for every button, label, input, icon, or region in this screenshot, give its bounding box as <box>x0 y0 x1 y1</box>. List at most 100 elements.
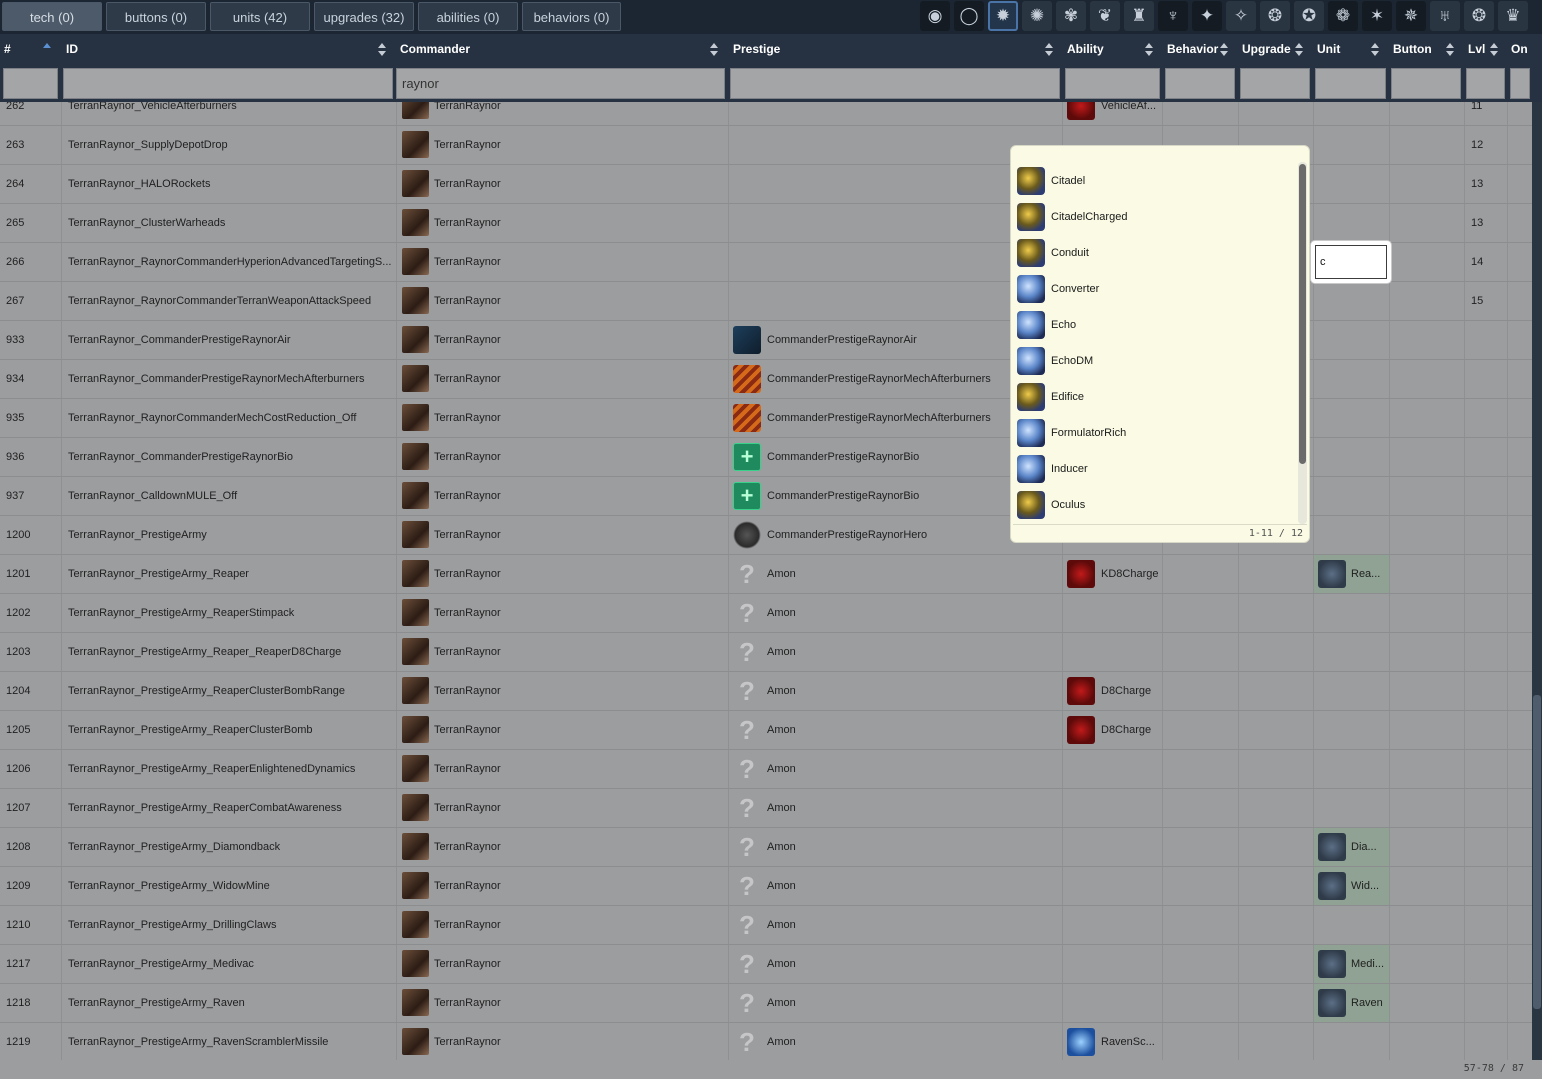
row-prestige[interactable]: Amon <box>767 555 1059 593</box>
filter-commander-input[interactable]: raynor <box>396 68 725 99</box>
autocomplete-item[interactable]: Oculus <box>1015 488 1297 522</box>
col-header-behavior[interactable]: Behavior <box>1167 34 1218 66</box>
row-prestige[interactable]: Amon <box>767 750 1059 788</box>
row-unit[interactable] <box>1351 126 1388 164</box>
row-prestige[interactable] <box>767 102 1059 125</box>
row-prestige[interactable]: Amon <box>767 672 1059 710</box>
commander-icon-13[interactable]: ❁ <box>1328 1 1358 31</box>
row-unit[interactable] <box>1351 906 1388 944</box>
commander-icon-4[interactable]: ✺ <box>1022 1 1052 31</box>
row-commander[interactable]: TerranRaynor <box>434 1023 724 1060</box>
tab-units[interactable]: units (42) <box>210 2 310 31</box>
row-commander[interactable]: TerranRaynor <box>434 984 724 1022</box>
row-commander[interactable]: TerranRaynor <box>434 126 724 164</box>
row-unit[interactable] <box>1351 789 1388 827</box>
autocomplete-scrollbar-thumb[interactable] <box>1299 164 1306 464</box>
row-id[interactable]: TerranRaynor_PrestigeArmy_Diamondback <box>68 828 392 866</box>
row-id[interactable]: TerranRaynor_ClusterWarheads <box>68 204 392 242</box>
row-commander[interactable]: TerranRaynor <box>434 243 724 281</box>
row-id[interactable]: TerranRaynor_PrestigeArmy_ReaperClusterB… <box>68 672 392 710</box>
row-prestige[interactable]: Amon <box>767 828 1059 866</box>
row-ability[interactable]: D8Charge <box>1101 672 1161 710</box>
row-commander[interactable]: TerranRaynor <box>434 711 724 749</box>
row-commander[interactable]: TerranRaynor <box>434 750 724 788</box>
table-row[interactable]: 1202 TerranRaynor_PrestigeArmy_ReaperStim… <box>0 594 1532 633</box>
row-id[interactable]: TerranRaynor_PrestigeArmy_Medivac <box>68 945 392 983</box>
col-header-on[interactable]: On <box>1511 34 1528 66</box>
row-id[interactable]: TerranRaynor_CommanderPrestigeRaynorBio <box>68 438 392 476</box>
autocomplete-item[interactable]: Citadel <box>1015 164 1297 198</box>
commander-icon-7[interactable]: ♜ <box>1124 1 1154 31</box>
row-unit[interactable] <box>1351 633 1388 671</box>
row-commander[interactable]: TerranRaynor <box>434 282 724 320</box>
row-ability[interactable]: RavenSc... <box>1101 1023 1161 1060</box>
table-row[interactable]: 1207 TerranRaynor_PrestigeArmy_ReaperComb… <box>0 789 1532 828</box>
row-id[interactable]: TerranRaynor_PrestigeArmy_ReaperCombatAw… <box>68 789 392 827</box>
row-commander[interactable]: TerranRaynor <box>434 906 724 944</box>
row-unit[interactable] <box>1351 477 1388 515</box>
commander-icon-9[interactable]: ✦ <box>1192 1 1222 31</box>
table-row[interactable]: 1208 TerranRaynor_PrestigeArmy_Diamondbac… <box>0 828 1532 867</box>
table-row[interactable]: 1205 TerranRaynor_PrestigeArmy_ReaperClus… <box>0 711 1532 750</box>
row-commander[interactable]: TerranRaynor <box>434 672 724 710</box>
row-unit[interactable] <box>1351 1023 1388 1060</box>
row-ability[interactable] <box>1101 984 1161 1022</box>
row-commander[interactable]: TerranRaynor <box>434 438 724 476</box>
row-prestige[interactable]: Amon <box>767 1023 1059 1060</box>
table-row[interactable]: 1206 TerranRaynor_PrestigeArmy_ReaperEnli… <box>0 750 1532 789</box>
row-unit[interactable]: Wid... <box>1351 867 1388 905</box>
filter-lvl-input[interactable] <box>1466 68 1505 99</box>
row-prestige[interactable]: Amon <box>767 633 1059 671</box>
row-unit[interactable] <box>1351 282 1388 320</box>
commander-icon-6[interactable]: ❦ <box>1090 1 1120 31</box>
row-commander[interactable]: TerranRaynor <box>434 399 724 437</box>
row-prestige[interactable]: Amon <box>767 906 1059 944</box>
row-ability[interactable]: KD8Charge <box>1101 555 1161 593</box>
row-unit[interactable] <box>1351 750 1388 788</box>
row-unit[interactable]: Raven <box>1351 984 1388 1022</box>
row-id[interactable]: TerranRaynor_PrestigeArmy_WidowMine <box>68 867 392 905</box>
row-id[interactable]: TerranRaynor_CommanderPrestigeRaynorAir <box>68 321 392 359</box>
row-id[interactable]: TerranRaynor_SupplyDepotDrop <box>68 126 392 164</box>
table-row[interactable]: 1218 TerranRaynor_PrestigeArmy_Raven Terra… <box>0 984 1532 1023</box>
row-id[interactable]: TerranRaynor_PrestigeArmy_Reaper <box>68 555 392 593</box>
row-id[interactable]: TerranRaynor_CalldownMULE_Off <box>68 477 392 515</box>
row-commander[interactable]: TerranRaynor <box>434 633 724 671</box>
autocomplete-item[interactable]: Inducer <box>1015 452 1297 486</box>
row-commander[interactable]: TerranRaynor <box>434 594 724 632</box>
commander-icon-17[interactable]: ❂ <box>1464 1 1494 31</box>
row-commander[interactable]: TerranRaynor <box>434 945 724 983</box>
tab-tech[interactable]: tech (0) <box>2 2 102 31</box>
table-scrollbar-thumb[interactable] <box>1533 695 1541 1009</box>
row-ability[interactable] <box>1101 906 1161 944</box>
commander-icon-8[interactable]: ♆ <box>1158 1 1188 31</box>
row-prestige[interactable]: Amon <box>767 711 1059 749</box>
commander-icon-3[interactable]: ✹ <box>988 1 1018 31</box>
commander-icon-18[interactable]: ♛ <box>1498 1 1528 31</box>
col-header-num[interactable]: # <box>4 34 11 66</box>
filter-id-input[interactable] <box>63 68 393 99</box>
row-id[interactable]: TerranRaynor_RaynorCommanderMechCostRedu… <box>68 399 392 437</box>
tab-buttons[interactable]: buttons (0) <box>106 2 206 31</box>
row-commander[interactable]: TerranRaynor <box>434 789 724 827</box>
sort-icon[interactable] <box>1220 43 1228 57</box>
row-ability[interactable] <box>1101 750 1161 788</box>
col-header-lvl[interactable]: Lvl <box>1468 34 1485 66</box>
sort-icon[interactable] <box>1446 43 1454 57</box>
tab-upgrades[interactable]: upgrades (32) <box>314 2 414 31</box>
commander-icon-16[interactable]: ♅ <box>1430 1 1460 31</box>
row-ability[interactable]: D8Charge <box>1101 711 1161 749</box>
row-unit[interactable]: Medi... <box>1351 945 1388 983</box>
row-commander[interactable]: TerranRaynor <box>434 165 724 203</box>
filter-behavior-input[interactable] <box>1165 68 1235 99</box>
row-prestige[interactable]: Amon <box>767 945 1059 983</box>
table-row[interactable]: 1219 TerranRaynor_PrestigeArmy_RavenScram… <box>0 1023 1532 1060</box>
row-unit[interactable]: Dia... <box>1351 828 1388 866</box>
commander-icon-12[interactable]: ✪ <box>1294 1 1324 31</box>
row-ability[interactable] <box>1101 633 1161 671</box>
row-id[interactable]: TerranRaynor_PrestigeArmy_DrillingClaws <box>68 906 392 944</box>
sort-icon[interactable] <box>378 43 386 57</box>
row-unit[interactable] <box>1351 321 1388 359</box>
filter-ability-input[interactable] <box>1065 68 1160 99</box>
autocomplete-item[interactable]: Conduit <box>1015 236 1297 270</box>
